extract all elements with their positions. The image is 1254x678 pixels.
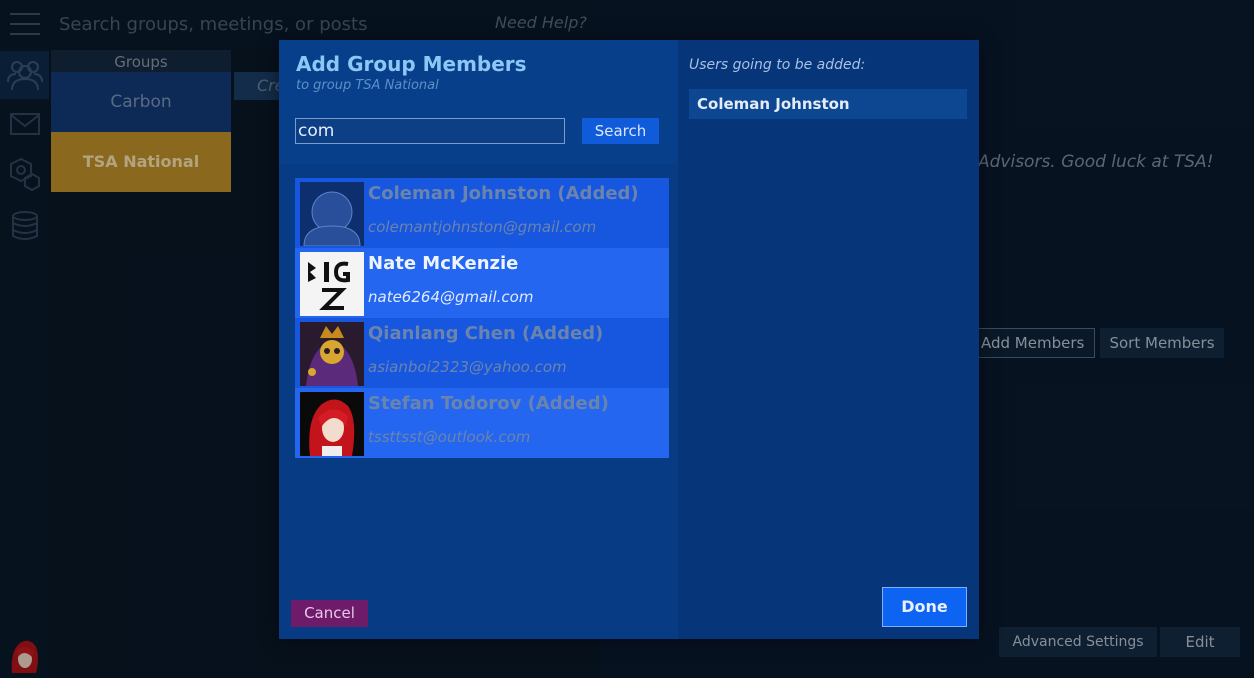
result-name: Nate McKenzie [368,253,519,274]
dialog-search-pane: Add Group Members to group TSA National … [279,40,678,639]
result-email: asianboi2323@yahoo.com [368,358,567,376]
member-search-input[interactable] [295,118,565,144]
add-group-members-dialog: Add Group Members to group TSA National … [279,40,979,639]
result-item-nate-mckenzie[interactable]: Nate McKenzie nate6264@gmail.com [295,248,669,318]
done-button[interactable]: Done [882,587,967,627]
result-name: Stefan Todorov (Added) [368,393,609,414]
search-button[interactable]: Search [582,118,659,144]
dialog-pending-pane: Users going to be added: Coleman Johnsto… [678,40,979,639]
pending-user-item[interactable]: Coleman Johnston [689,89,967,119]
pending-users-label: Users going to be added: [689,57,866,73]
result-item-stefan-todorov[interactable]: Stefan Todorov (Added) tssttsst@outlook.… [295,388,669,458]
user-silhouette-icon [300,182,364,246]
result-email: tssttsst@outlook.com [368,428,531,446]
wizard-avatar [300,322,364,386]
result-name: Coleman Johnston (Added) [368,183,639,204]
dialog-subtitle: to group TSA National [296,78,439,93]
result-name: Qianlang Chen (Added) [368,323,604,344]
search-results-list: Coleman Johnston (Added) colemantjohnsto… [295,178,669,458]
dialog-header: Add Group Members to group TSA National … [279,40,678,164]
cancel-button[interactable]: Cancel [291,600,368,627]
big-z-avatar [300,252,364,316]
result-item-qianlang-chen[interactable]: Qianlang Chen (Added) asianboi2323@yahoo… [295,318,669,388]
dialog-title: Add Group Members [296,52,527,76]
result-item-coleman-johnston[interactable]: Coleman Johnston (Added) colemantjohnsto… [295,178,669,248]
result-email: nate6264@gmail.com [368,288,534,306]
red-hair-avatar [300,392,364,456]
result-email: colemantjohnston@gmail.com [368,218,597,236]
